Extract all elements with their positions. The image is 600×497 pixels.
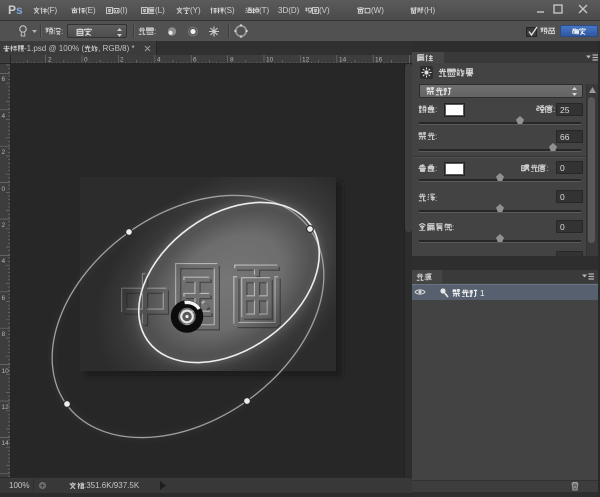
- svg-text:12: 12: [2, 404, 10, 411]
- svg-text:0: 0: [84, 57, 88, 64]
- svg-text:12: 12: [302, 57, 310, 64]
- svg-text:8: 8: [2, 331, 6, 338]
- svg-text:14: 14: [2, 440, 10, 447]
- svg-text:4: 4: [2, 113, 6, 120]
- svg-text:16: 16: [375, 57, 383, 64]
- svg-text:2: 2: [2, 149, 6, 156]
- svg-text:4: 4: [2, 258, 6, 265]
- svg-text:6: 6: [2, 76, 6, 83]
- svg-text:2: 2: [48, 57, 52, 64]
- svg-text:0: 0: [2, 186, 6, 193]
- svg-text:4: 4: [157, 57, 161, 64]
- svg-text:10: 10: [2, 368, 10, 375]
- svg-text:2: 2: [120, 57, 124, 64]
- svg-text:14: 14: [339, 57, 347, 64]
- svg-text:6: 6: [193, 57, 197, 64]
- svg-text:8: 8: [230, 57, 234, 64]
- svg-text:6: 6: [2, 295, 6, 302]
- svg-text:10: 10: [266, 57, 274, 64]
- svg-text:2: 2: [2, 222, 6, 229]
